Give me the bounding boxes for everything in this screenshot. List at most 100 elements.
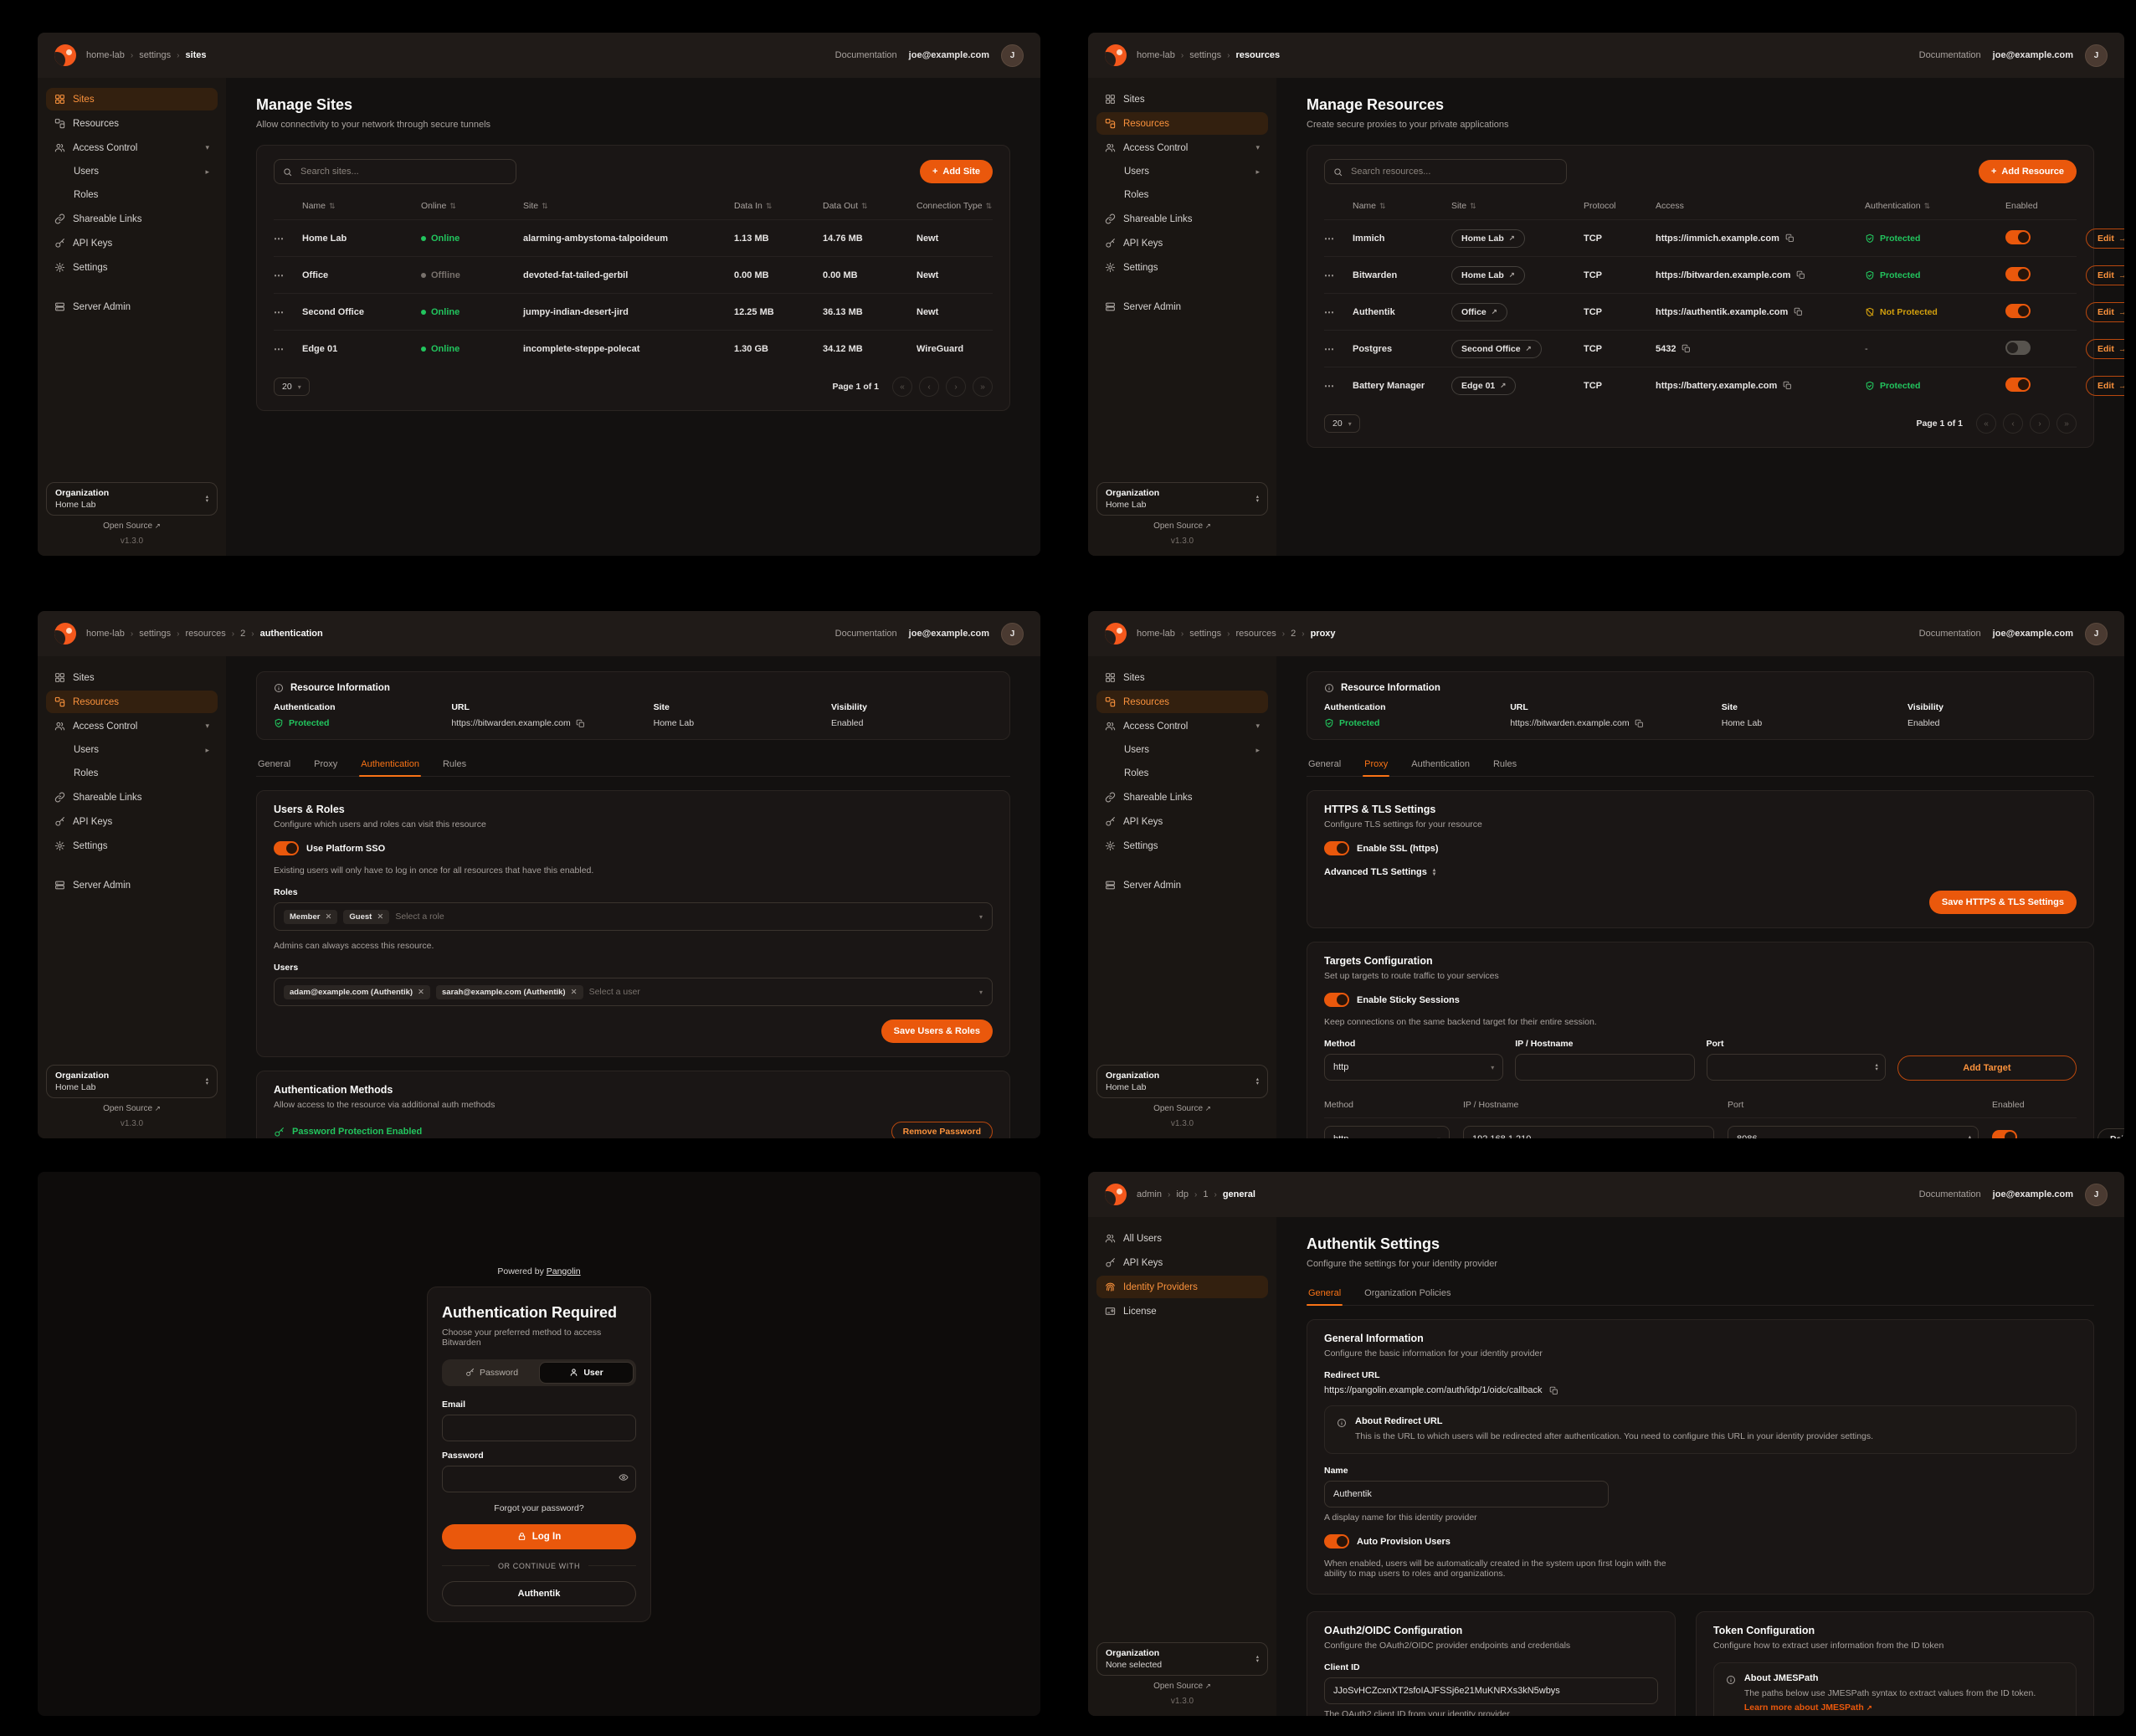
documentation-link[interactable]: Documentation	[1919, 1189, 1981, 1199]
edit-button[interactable]: Edit→	[2086, 376, 2124, 396]
access-url[interactable]: https://bitwarden.example.com	[1656, 270, 1790, 280]
access-url[interactable]: https://battery.example.com	[1656, 381, 1777, 391]
breadcrumb-idp[interactable]: idp	[1176, 1189, 1189, 1199]
site-link[interactable]: Edge 01↗	[1451, 377, 1516, 395]
prev-page-button[interactable]: ‹	[919, 377, 939, 397]
edit-button[interactable]: Edit→	[2086, 265, 2124, 285]
next-page-button[interactable]: ›	[946, 377, 966, 397]
tab-proxy[interactable]: Proxy	[1363, 753, 1389, 776]
copy-icon[interactable]	[1635, 719, 1644, 728]
copy-icon[interactable]	[1785, 234, 1795, 243]
breadcrumb-idp-id[interactable]: 1	[1203, 1189, 1208, 1199]
auto-provision-toggle[interactable]	[1324, 1534, 1349, 1549]
sidebar-item-server-admin[interactable]: Server Admin	[46, 874, 218, 896]
email-field[interactable]	[442, 1415, 636, 1441]
sidebar-item-shareable-links[interactable]: Shareable Links	[1096, 786, 1268, 809]
breadcrumb-settings[interactable]: settings	[139, 50, 171, 60]
sidebar-item-settings[interactable]: Settings	[46, 256, 218, 279]
breadcrumb-settings[interactable]: settings	[1189, 629, 1221, 639]
user-email[interactable]: joe@example.com	[909, 629, 989, 639]
sidebar-item-access-control[interactable]: Access Control▾	[1096, 715, 1268, 737]
platform-sso-toggle[interactable]	[274, 841, 299, 855]
tab-general[interactable]: General	[256, 753, 292, 776]
enabled-toggle[interactable]	[2005, 230, 2031, 244]
breadcrumb-org[interactable]: home-lab	[1137, 629, 1175, 639]
remove-chip-icon[interactable]: ✕	[377, 912, 383, 922]
row-menu-icon[interactable]: ⋯	[1324, 233, 1353, 244]
enable-ssl-toggle[interactable]	[1324, 841, 1349, 855]
method-select[interactable]: http▾	[1324, 1054, 1503, 1081]
remove-chip-icon[interactable]: ✕	[325, 912, 331, 922]
user-email[interactable]: joe@example.com	[1993, 629, 2073, 639]
first-page-button[interactable]: «	[1976, 413, 1996, 434]
sidebar-item-settings[interactable]: Settings	[1096, 835, 1268, 857]
sidebar-item-roles[interactable]: Roles	[1096, 184, 1268, 206]
ip-hostname-input[interactable]	[1463, 1126, 1714, 1138]
enabled-toggle[interactable]	[2005, 267, 2031, 281]
breadcrumb-admin[interactable]: admin	[1137, 1189, 1162, 1199]
column-name[interactable]: Name⇅	[1353, 201, 1451, 211]
sidebar-item-users[interactable]: Users▸	[1096, 739, 1268, 761]
sidebar-item-all-users[interactable]: All Users	[1096, 1227, 1268, 1250]
sidebar-item-roles[interactable]: Roles	[46, 763, 218, 784]
open-source-link[interactable]: Open Source ↗	[103, 521, 161, 531]
edit-button[interactable]: Edit→	[2086, 339, 2124, 359]
sidebar-item-sites[interactable]: Sites	[1096, 666, 1268, 689]
authentik-sso-button[interactable]: Authentik	[442, 1581, 636, 1606]
row-menu-icon[interactable]: ⋯	[1324, 343, 1353, 355]
sidebar-item-users[interactable]: Users▸	[46, 739, 218, 761]
row-menu-icon[interactable]: ⋯	[1324, 306, 1353, 318]
tab-general[interactable]: General	[1307, 1282, 1343, 1305]
column-data-in[interactable]: Data In⇅	[734, 201, 823, 211]
number-stepper-icon[interactable]: ▴▾	[1875, 1063, 1877, 1071]
sidebar-item-sites[interactable]: Sites	[1096, 88, 1268, 110]
site-link[interactable]: Second Office↗	[1451, 340, 1542, 358]
column-authentication[interactable]: Authentication⇅	[1865, 201, 2005, 211]
user-email[interactable]: joe@example.com	[1993, 50, 2073, 60]
jmespath-learn-more-link[interactable]: Learn more about JMESPath	[1744, 1703, 1864, 1713]
eye-icon[interactable]	[619, 1471, 629, 1487]
breadcrumb-resource-id[interactable]: 2	[1291, 629, 1296, 639]
password-field[interactable]	[442, 1466, 636, 1492]
tab-password[interactable]: Password	[444, 1362, 539, 1384]
row-menu-icon[interactable]: ⋯	[274, 233, 302, 244]
user-email[interactable]: joe@example.com	[1993, 1189, 2073, 1199]
row-menu-icon[interactable]: ⋯	[1324, 380, 1353, 392]
breadcrumb-settings[interactable]: settings	[139, 629, 171, 639]
organization-selector[interactable]: OrganizationHome Lab ▴▾	[1096, 482, 1268, 516]
remove-chip-icon[interactable]: ✕	[418, 988, 424, 997]
avatar[interactable]: J	[1001, 623, 1024, 645]
sidebar-item-api-keys[interactable]: API Keys	[46, 232, 218, 254]
next-page-button[interactable]: ›	[2030, 413, 2050, 434]
page-size-select[interactable]: 20▾	[274, 378, 310, 396]
sidebar-item-users[interactable]: Users▸	[1096, 161, 1268, 182]
column-online[interactable]: Online⇅	[421, 201, 523, 211]
number-stepper-icon[interactable]: ▴▾	[1969, 1135, 1971, 1138]
sidebar-item-access-control[interactable]: Access Control▾	[1096, 136, 1268, 159]
column-name[interactable]: Name⇅	[302, 201, 421, 211]
tab-organization-policies[interactable]: Organization Policies	[1363, 1282, 1452, 1305]
save-https-tls-button[interactable]: Save HTTPS & TLS Settings	[1929, 891, 2077, 914]
remove-chip-icon[interactable]: ✕	[571, 988, 578, 997]
sidebar-item-resources[interactable]: Resources	[46, 112, 218, 135]
idp-name-input[interactable]	[1324, 1481, 1609, 1507]
sidebar-item-api-keys[interactable]: API Keys	[1096, 232, 1268, 254]
sidebar-item-sites[interactable]: Sites	[46, 666, 218, 689]
sidebar-item-license[interactable]: License	[1096, 1300, 1268, 1323]
avatar[interactable]: J	[2085, 44, 2108, 67]
sidebar-item-server-admin[interactable]: Server Admin	[46, 295, 218, 318]
sidebar-item-users[interactable]: Users▸	[46, 161, 218, 182]
organization-selector[interactable]: OrganizationHome Lab ▴▾	[46, 482, 218, 516]
log-in-button[interactable]: Log In	[442, 1524, 636, 1549]
copy-icon[interactable]	[1794, 307, 1803, 316]
organization-selector[interactable]: OrganizationNone selected ▴▾	[1096, 1642, 1268, 1676]
sidebar-item-settings[interactable]: Settings	[46, 835, 218, 857]
copy-icon[interactable]	[1796, 270, 1805, 280]
row-menu-icon[interactable]: ⋯	[274, 270, 302, 281]
enabled-toggle[interactable]	[2005, 378, 2031, 392]
documentation-link[interactable]: Documentation	[835, 629, 897, 639]
sidebar-item-api-keys[interactable]: API Keys	[46, 810, 218, 833]
client-id-input[interactable]	[1324, 1677, 1658, 1704]
open-source-link[interactable]: Open Source ↗	[1153, 1682, 1211, 1691]
sidebar-item-shareable-links[interactable]: Shareable Links	[46, 208, 218, 230]
